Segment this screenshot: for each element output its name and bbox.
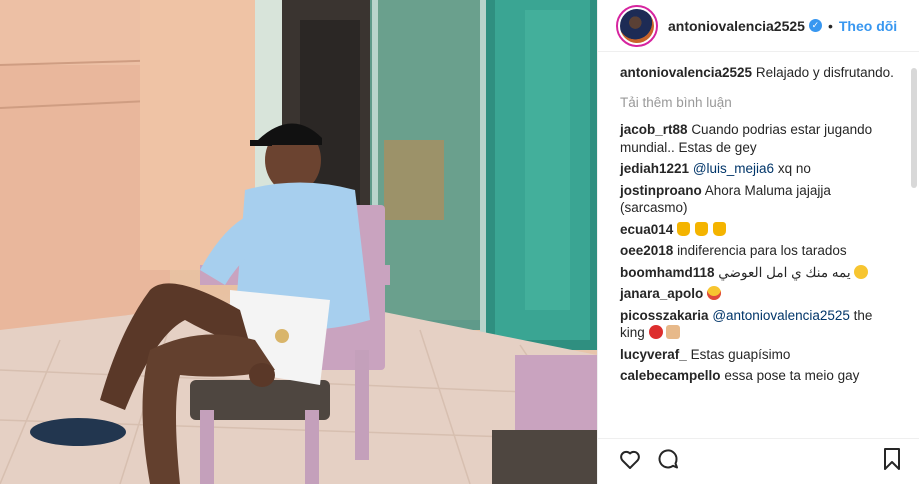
comment-username[interactable]: jediah1221 xyxy=(620,161,689,176)
bookmark-icon-svg xyxy=(884,448,900,470)
hugging-emoji-icon xyxy=(666,325,681,339)
header-username[interactable]: antoniovalencia2525 xyxy=(668,18,805,34)
avatar-image xyxy=(620,8,654,43)
comment-icon[interactable] xyxy=(656,447,680,476)
post-photo[interactable] xyxy=(0,0,597,484)
follow-button[interactable]: Theo dõi xyxy=(839,18,897,34)
post-caption: antoniovalencia2525 Relajado y disfrutan… xyxy=(620,64,897,82)
comment-username[interactable]: janara_apolo xyxy=(620,286,703,301)
comment-item: oee2018 indiferencia para los tarados xyxy=(620,242,897,260)
bookmark-icon[interactable] xyxy=(881,447,903,476)
header-separator: • xyxy=(827,17,833,34)
caption-username[interactable]: antoniovalencia2525 xyxy=(620,65,752,80)
heart-eyes-emoji-icon xyxy=(707,286,722,300)
comment-username[interactable]: calebecampello xyxy=(620,368,721,383)
comment-username[interactable]: picosszakaria xyxy=(620,308,709,323)
comment-item: jediah1221 @luis_mejia6 xq no xyxy=(620,160,897,178)
comment-item: boomhamd118 يمه منك ي امل العوضي xyxy=(620,264,897,282)
comment-item: lucyveraf_ Estas guapísimo xyxy=(620,346,897,364)
comments-scrollbar[interactable] xyxy=(911,60,917,438)
thumbs-down-emoji-icon xyxy=(677,221,691,236)
comment-item: janara_apolo xyxy=(620,285,897,303)
red-circle-emoji-icon xyxy=(648,325,663,339)
thumbs-down-emoji-icon xyxy=(712,221,726,236)
verified-badge-icon: ✓ xyxy=(808,19,822,32)
heart-icon[interactable] xyxy=(618,447,642,476)
comment-text: indiferencia para los tarados xyxy=(677,243,847,258)
comment-username[interactable]: lucyveraf_ xyxy=(620,347,687,362)
avatar[interactable] xyxy=(616,4,658,47)
scrollbar-thumb[interactable] xyxy=(911,68,917,188)
caption-text: Relajado y disfrutando. xyxy=(755,65,894,80)
comment-text: essa pose ta meio gay xyxy=(724,368,860,383)
comment-text: xq no xyxy=(774,161,811,176)
comment-mention-link[interactable]: @antoniovalencia2525 xyxy=(712,308,850,323)
load-more-comments-button[interactable]: Tải thêm bình luận xyxy=(620,94,897,112)
post: antoniovalencia2525 ✓ • Theo dõi antonio… xyxy=(0,0,919,484)
heart-icon-svg xyxy=(620,450,640,469)
laughing-emoji-icon xyxy=(854,264,869,279)
comment-text: يمه منك ي امل العوضي xyxy=(718,264,851,280)
comment-mention-link[interactable]: @luis_mejia6 xyxy=(693,161,774,176)
comment-item: jacob_rt88 Cuando podrias estar jugando … xyxy=(620,121,897,156)
comments-list[interactable]: antoniovalencia2525 Relajado y disfrutan… xyxy=(598,52,919,438)
comment-item: calebecampello essa pose ta meio gay xyxy=(620,367,897,385)
comment-username[interactable]: boomhamd118 xyxy=(620,265,715,280)
post-header: antoniovalencia2525 ✓ • Theo dõi xyxy=(598,0,919,52)
comment-username[interactable]: jostinproano xyxy=(620,183,702,198)
thumbs-down-emoji-icon xyxy=(694,221,708,236)
photo-illustration xyxy=(0,0,597,484)
comment-item: jostinproano Ahora Maluma jajajja (sarca… xyxy=(620,182,897,217)
action-bar xyxy=(598,438,919,484)
comments-panel: antoniovalencia2525 ✓ • Theo dõi antonio… xyxy=(597,0,919,484)
comment-username[interactable]: oee2018 xyxy=(620,243,673,258)
comment-username[interactable]: jacob_rt88 xyxy=(620,122,688,137)
comment-text: Estas guapísimo xyxy=(690,346,791,362)
comment-icon-svg xyxy=(658,449,678,469)
comment-item: ecua014 xyxy=(620,221,897,239)
comment-username[interactable]: ecua014 xyxy=(620,222,673,237)
comment-item: picosszakaria @antoniovalencia2525 the k… xyxy=(620,307,897,342)
